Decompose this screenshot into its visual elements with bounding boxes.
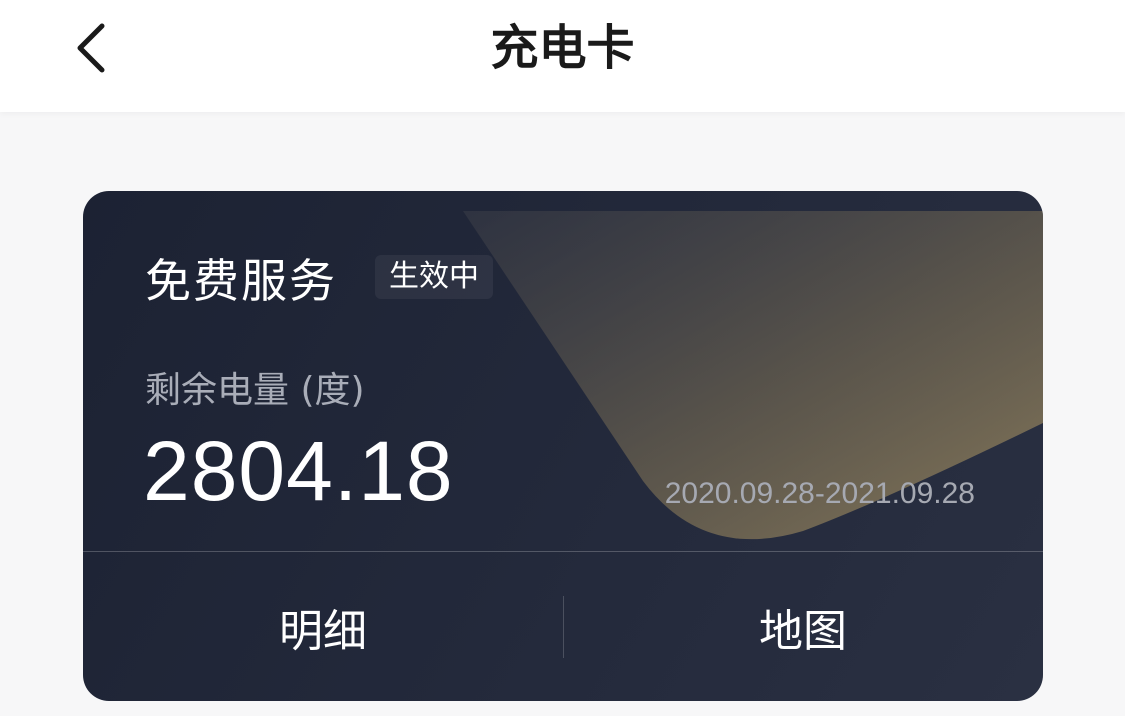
service-name: 免费服务 (145, 254, 337, 308)
charging-card: 免费服务 生效中 剩余电量 (度) 2804.18 2020.09.28-202… (83, 191, 1043, 701)
top-nav-bar: 充电卡 (0, 0, 1125, 112)
status-badge: 生效中 (375, 255, 493, 299)
details-button[interactable]: 明细 (83, 552, 563, 701)
back-button[interactable] (60, 18, 120, 78)
page-title: 充电卡 (490, 20, 635, 76)
map-button-label: 地图 (759, 605, 847, 657)
balance-value: 2804.18 (143, 424, 454, 518)
map-button[interactable]: 地图 (563, 552, 1043, 701)
chevron-left-icon (77, 23, 105, 73)
details-button-label: 明细 (279, 605, 367, 657)
balance-label: 剩余电量 (度) (145, 370, 365, 411)
validity-period: 2020.09.28-2021.09.28 (664, 477, 975, 510)
